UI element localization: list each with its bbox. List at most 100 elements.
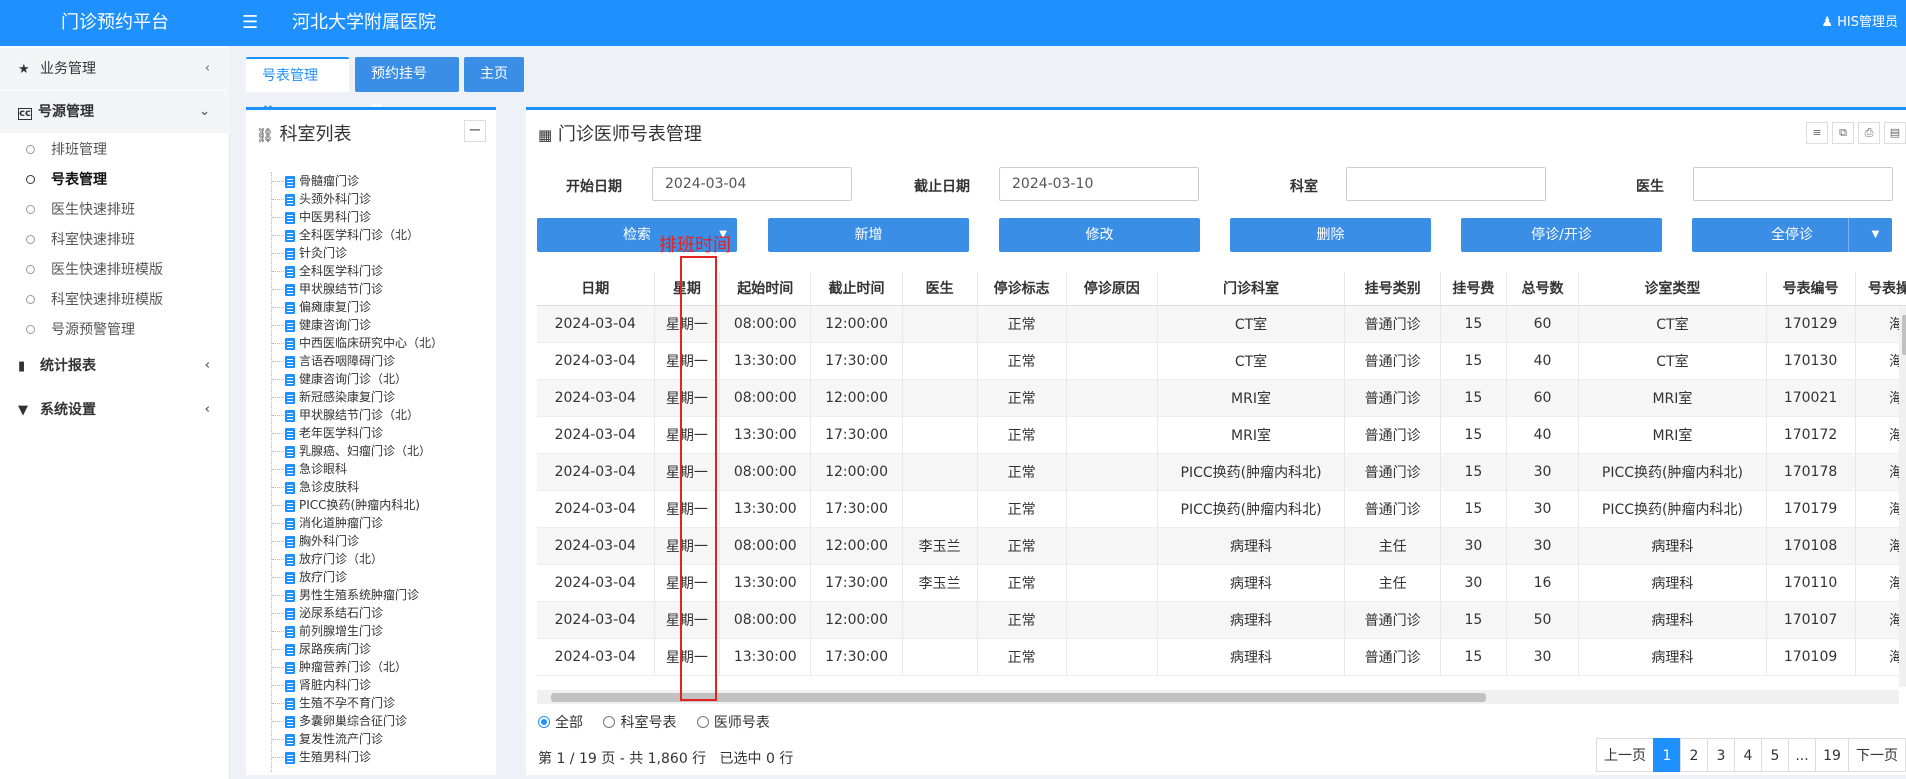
dept-tree-item[interactable]: PICC换药(肿瘤内科北) bbox=[272, 496, 420, 514]
column-header[interactable]: 星期 bbox=[654, 272, 721, 306]
dept-tree-item[interactable]: 放疗门诊 bbox=[272, 568, 347, 586]
horizontal-scrollbar[interactable] bbox=[537, 690, 1899, 704]
sidebar-group-stats[interactable]: ▮ 统计报表 ‹ bbox=[0, 345, 230, 387]
dept-tree-item[interactable]: 胸外科门诊 bbox=[272, 532, 359, 550]
sidebar-group-settings[interactable]: ▼ 系统设置 ‹ bbox=[0, 389, 230, 431]
dept-tree-item[interactable]: 生殖男科门诊 bbox=[272, 748, 371, 766]
page-button[interactable]: 1 bbox=[1653, 738, 1681, 772]
dept-tree-item[interactable]: 放疗门诊（北） bbox=[272, 550, 383, 568]
column-header[interactable]: 日期 bbox=[537, 272, 655, 306]
dept-tree-item[interactable]: 急诊眼科 bbox=[272, 460, 347, 478]
column-header[interactable]: 诊室类型 bbox=[1578, 272, 1767, 306]
dept-tree-item[interactable]: 头颈外科门诊 bbox=[272, 190, 371, 208]
tab-home[interactable]: 主页 bbox=[464, 57, 524, 92]
sidebar-item-schedule[interactable]: 排班管理 bbox=[0, 135, 230, 165]
dept-tree-item[interactable]: 健康咨询门诊 bbox=[272, 316, 371, 334]
scroll-thumb[interactable] bbox=[551, 693, 1486, 702]
column-header[interactable]: 挂号类别 bbox=[1344, 272, 1442, 306]
tab-appointment[interactable]: 预约挂号 ✖ bbox=[355, 57, 459, 117]
radio-all[interactable]: 全部 bbox=[538, 712, 583, 732]
dept-tree-item[interactable]: 尿路疾病门诊 bbox=[272, 640, 371, 658]
sidebar-item-source-table[interactable]: 号表管理 bbox=[0, 165, 230, 195]
export-icon[interactable]: ▤ bbox=[1884, 122, 1906, 144]
sidebar-item-doctor-quick[interactable]: 医生快速排班 bbox=[0, 195, 230, 225]
dept-tree-item[interactable]: 言语吞咽障碍门诊 bbox=[272, 352, 395, 370]
user-menu[interactable]: ♟ HIS管理员 bbox=[1821, 0, 1898, 46]
collapse-button[interactable]: − bbox=[464, 120, 486, 142]
delete-button[interactable]: 删除 bbox=[1230, 218, 1431, 252]
tab-source-table[interactable]: 号表管理 ✖ bbox=[246, 57, 349, 119]
radio-doctor[interactable]: 医师号表 bbox=[696, 712, 770, 732]
dept-tree-item[interactable]: 健康咨询门诊（北） bbox=[272, 370, 407, 388]
dept-tree-item[interactable]: 针灸门诊 bbox=[272, 244, 347, 262]
table-row[interactable]: 2024-03-04 星期一 08:00:00 12:00:00 李玉兰 正常 病理科 主任 3… bbox=[537, 527, 1906, 565]
dept-tree-item[interactable]: 甲状腺结节门诊（北） bbox=[272, 406, 419, 424]
dept-tree-item[interactable]: 生殖不孕不育门诊 bbox=[272, 694, 395, 712]
dept-tree-item[interactable]: 中西医临床研究中心（北） bbox=[272, 334, 443, 352]
vertical-scrollbar[interactable] bbox=[1899, 307, 1906, 687]
dept-tree-item[interactable]: 老年医学科门诊 bbox=[272, 424, 383, 442]
table-row[interactable]: 2024-03-04 星期一 08:00:00 12:00:00 正常 CT室 普通门诊 15… bbox=[537, 305, 1906, 343]
dept-tree-item[interactable]: 前列腺增生门诊 bbox=[272, 622, 383, 640]
dept-tree-item[interactable]: 全科医学科门诊 bbox=[272, 262, 383, 280]
start-date-input[interactable] bbox=[652, 167, 852, 201]
sidebar-group-source[interactable]: cc 号源管理 ⌄ bbox=[0, 91, 230, 133]
column-header[interactable]: 总号数 bbox=[1506, 272, 1580, 306]
table-row[interactable]: 2024-03-04 星期一 08:00:00 12:00:00 正常 病理科 普通门诊 15… bbox=[537, 601, 1906, 639]
table-row[interactable]: 2024-03-04 星期一 13:30:00 17:30:00 正常 PICC换药(肿瘤… bbox=[537, 490, 1906, 528]
radio-dept[interactable]: 科室号表 bbox=[603, 712, 676, 732]
dept-tree-item[interactable]: 中医男科门诊 bbox=[272, 208, 371, 226]
dept-tree-item[interactable]: 甲状腺结节门诊 bbox=[272, 280, 383, 298]
table-row[interactable]: 2024-03-04 星期一 13:30:00 17:30:00 正常 MRI室 普通门诊 1… bbox=[537, 416, 1906, 454]
next-page-button[interactable]: 下一页 bbox=[1848, 738, 1906, 772]
app-brand[interactable]: 门诊预约平台 bbox=[0, 0, 230, 46]
dept-tree-item[interactable]: 肾脏内科门诊 bbox=[272, 676, 371, 694]
page-button[interactable]: ... bbox=[1788, 738, 1816, 772]
suspend-all-button[interactable]: 全停诊 ▼ bbox=[1692, 218, 1892, 252]
column-header[interactable]: 挂号费 bbox=[1440, 272, 1507, 306]
sidebar-item-dept-quick[interactable]: 科室快速排班 bbox=[0, 225, 230, 255]
sidebar-group-business[interactable]: ★ 业务管理 ‹ bbox=[0, 48, 230, 90]
copy-icon[interactable]: ⧉ bbox=[1832, 122, 1854, 144]
page-button[interactable]: 5 bbox=[1761, 738, 1789, 772]
column-header[interactable]: 起始时间 bbox=[719, 272, 812, 306]
end-date-input[interactable] bbox=[999, 167, 1199, 201]
column-header[interactable]: 号表操作员 bbox=[1855, 272, 1906, 306]
dept-tree-item[interactable]: 新冠感染康复门诊 bbox=[272, 388, 395, 406]
dept-tree-item[interactable]: 急诊皮肤科 bbox=[272, 478, 359, 496]
menu-toggle-icon[interactable]: ☰ bbox=[242, 0, 258, 46]
list-icon[interactable]: ≡ bbox=[1806, 122, 1828, 144]
sidebar-item-warning[interactable]: 号源预警管理 bbox=[0, 315, 230, 345]
column-header[interactable]: 医生 bbox=[902, 272, 978, 306]
table-row[interactable]: 2024-03-04 星期一 08:00:00 12:00:00 正常 PICC换药(肿瘤… bbox=[537, 453, 1906, 491]
page-button[interactable]: 19 bbox=[1815, 738, 1849, 772]
dept-tree-item[interactable]: 复发性流产门诊 bbox=[272, 730, 383, 748]
dept-input[interactable] bbox=[1346, 167, 1546, 201]
page-button[interactable]: 4 bbox=[1734, 738, 1762, 772]
dept-tree-item[interactable]: 多囊卵巢综合征门诊 bbox=[272, 712, 407, 730]
prev-page-button[interactable]: 上一页 bbox=[1596, 738, 1654, 772]
dept-tree-item[interactable]: 肿瘤营养门诊（北） bbox=[272, 658, 407, 676]
dept-tree-item[interactable]: 消化道肿瘤门诊 bbox=[272, 514, 383, 532]
sidebar-item-doctor-template[interactable]: 医生快速排班模版 bbox=[0, 255, 230, 285]
table-row[interactable]: 2024-03-04 星期一 13:30:00 17:30:00 李玉兰 正常 病理科 主任 3… bbox=[537, 564, 1906, 602]
suspend-toggle-button[interactable]: 停诊/开诊 bbox=[1461, 218, 1662, 252]
column-header[interactable]: 停诊标志 bbox=[977, 272, 1067, 306]
column-header[interactable]: 门诊科室 bbox=[1157, 272, 1346, 306]
scroll-thumb[interactable] bbox=[1902, 315, 1906, 355]
edit-button[interactable]: 修改 bbox=[999, 218, 1200, 252]
table-row[interactable]: 2024-03-04 星期一 13:30:00 17:30:00 正常 病理科 普通门诊 15… bbox=[537, 638, 1906, 676]
sidebar-item-dept-template[interactable]: 科室快速排班模版 bbox=[0, 285, 230, 315]
dept-tree-item[interactable]: 男性生殖系统肿瘤门诊 bbox=[272, 586, 419, 604]
dept-tree-item[interactable]: 骨髓瘤门诊 bbox=[272, 172, 359, 190]
table-row[interactable]: 2024-03-04 星期一 08:00:00 12:00:00 正常 MRI室 普通门诊 1… bbox=[537, 379, 1906, 417]
column-header[interactable]: 号表编号 bbox=[1766, 272, 1856, 306]
add-button[interactable]: 新增 bbox=[768, 218, 969, 252]
page-button[interactable]: 2 bbox=[1680, 738, 1708, 772]
column-header[interactable]: 截止时间 bbox=[810, 272, 903, 306]
print-icon[interactable]: ⎙ bbox=[1858, 122, 1880, 144]
table-row[interactable]: 2024-03-04 星期一 13:30:00 17:30:00 正常 CT室 普通门诊 15… bbox=[537, 342, 1906, 380]
dept-tree-item[interactable]: 全科医学科门诊（北） bbox=[272, 226, 419, 244]
dept-tree-item[interactable]: 乳腺癌、妇瘤门诊（北） bbox=[272, 442, 431, 460]
dept-tree-item[interactable]: 偏瘫康复门诊 bbox=[272, 298, 371, 316]
